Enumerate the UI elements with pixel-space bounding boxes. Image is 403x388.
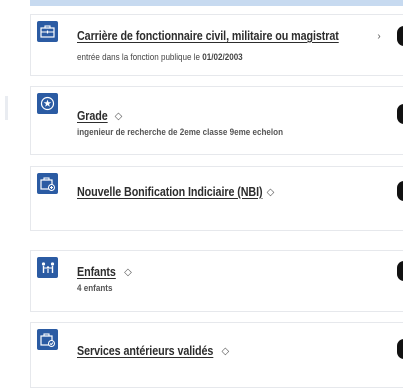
card-subtitle: 4 enfants (77, 283, 113, 294)
sort-chevron-icon[interactable]: ◇ (267, 187, 275, 198)
card-nbi[interactable]: Nouvelle Bonification Indiciaire (NBI) ◇ (30, 166, 403, 231)
card-title[interactable]: Carrière de fonctionnaire civil, militai… (77, 29, 339, 43)
top-accent-strip (30, 0, 403, 6)
subtitle-prefix: entrée dans la fonction publique le (77, 52, 203, 63)
card-subtitle: ingenieur de recherche de 2eme classe 9e… (77, 127, 284, 138)
card-title[interactable]: Services antérieurs validés (77, 344, 213, 358)
card-title[interactable]: Grade (77, 109, 108, 123)
action-button[interactable] (397, 339, 403, 359)
card-title-row[interactable]: Enfants ◇ (77, 265, 132, 279)
action-button[interactable] (397, 181, 403, 201)
action-button[interactable] (397, 261, 403, 281)
star-circle-icon (37, 93, 58, 114)
briefcase-icon (37, 21, 58, 42)
action-button[interactable] (397, 104, 403, 124)
card-title[interactable]: Nouvelle Bonification Indiciaire (NBI) (77, 185, 263, 199)
card-title-row[interactable]: Nouvelle Bonification Indiciaire (NBI) ◇ (77, 185, 274, 199)
sort-chevron-icon[interactable]: ◇ (222, 346, 230, 357)
card-carriere[interactable]: Carrière de fonctionnaire civil, militai… (30, 14, 403, 76)
left-edge-marker (5, 96, 8, 120)
card-services-anterieurs[interactable]: Services antérieurs validés ◇ (30, 322, 403, 388)
briefcase-plus-icon (37, 173, 58, 194)
sort-chevron-icon[interactable]: ◇ (124, 267, 132, 278)
card-title-row[interactable]: Grade ◇ (77, 109, 122, 123)
sort-chevron-icon[interactable]: ◇ (115, 111, 123, 122)
chevron-right-icon[interactable]: › (377, 31, 380, 42)
card-grade[interactable]: Grade ◇ ingenieur de recherche de 2eme c… (30, 86, 403, 155)
action-button[interactable] (397, 26, 403, 46)
card-enfants[interactable]: Enfants ◇ 4 enfants (30, 250, 403, 312)
card-title-row[interactable]: Carrière de fonctionnaire civil, militai… (77, 29, 381, 43)
subtitle-date: 01/02/2003 (202, 52, 243, 63)
card-title[interactable]: Enfants (77, 265, 116, 279)
briefcase-check-icon (37, 329, 58, 350)
family-icon (37, 257, 58, 278)
card-subtitle: entrée dans la fonction publique le 01/0… (77, 52, 243, 63)
card-title-row[interactable]: Services antérieurs validés ◇ (77, 344, 229, 358)
